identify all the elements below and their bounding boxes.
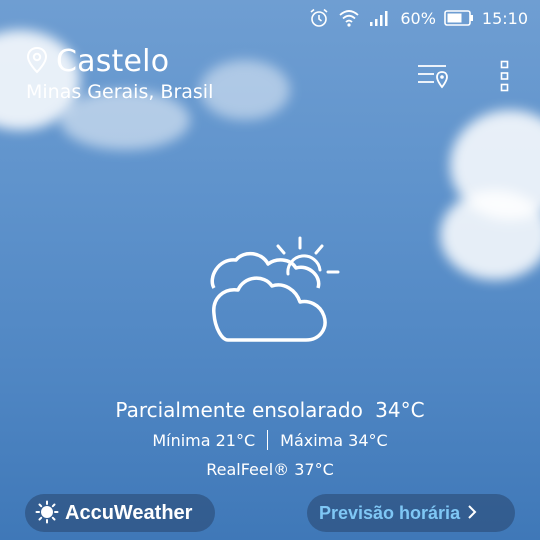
location-header[interactable]: Castelo Minas Gerais, Brasil xyxy=(26,44,213,103)
clock: 15:10 xyxy=(481,8,528,28)
min-max-row: Mínima 21°C Máxima 34°C xyxy=(0,430,540,450)
hourly-forecast-button[interactable]: Previsão horária xyxy=(307,494,515,532)
chevron-right-icon xyxy=(466,504,478,523)
max-temperature: Máxima 34°C xyxy=(280,430,388,450)
location-list-button[interactable] xyxy=(416,62,450,93)
current-temperature: 34°C xyxy=(375,398,425,422)
signal-icon xyxy=(368,8,392,28)
current-conditions: Parcialmente ensolarado 34°C Mínima 21°C… xyxy=(0,398,540,479)
location-pin-icon xyxy=(26,46,48,78)
condition-text: Parcialmente ensolarado xyxy=(115,398,363,422)
region-name: Minas Gerais, Brasil xyxy=(26,81,214,103)
divider xyxy=(267,430,269,450)
sun-logo-icon xyxy=(35,500,59,527)
min-temperature: Mínima 21°C xyxy=(152,430,256,450)
realfeel-temperature: RealFeel® 37°C xyxy=(206,460,334,479)
city-name: Castelo xyxy=(56,44,170,79)
partly-sunny-icon xyxy=(204,236,344,350)
cloud xyxy=(200,60,290,120)
battery-icon xyxy=(444,9,474,27)
wifi-icon xyxy=(338,8,360,28)
accuweather-button[interactable]: AccuWeather xyxy=(25,494,215,532)
alarm-icon xyxy=(308,8,330,28)
accuweather-logo-text: AccuWeather xyxy=(65,501,193,524)
status-bar: 60% 15:10 xyxy=(0,0,540,36)
top-actions xyxy=(416,60,510,95)
hourly-forecast-label: Previsão horária xyxy=(319,502,461,523)
battery-percent: 60% xyxy=(400,8,436,28)
cloud xyxy=(440,190,540,280)
more-options-icon xyxy=(500,60,510,95)
location-list-icon xyxy=(416,62,450,93)
condition-line: Parcialmente ensolarado 34°C xyxy=(0,398,540,422)
more-options-button[interactable] xyxy=(500,60,510,95)
